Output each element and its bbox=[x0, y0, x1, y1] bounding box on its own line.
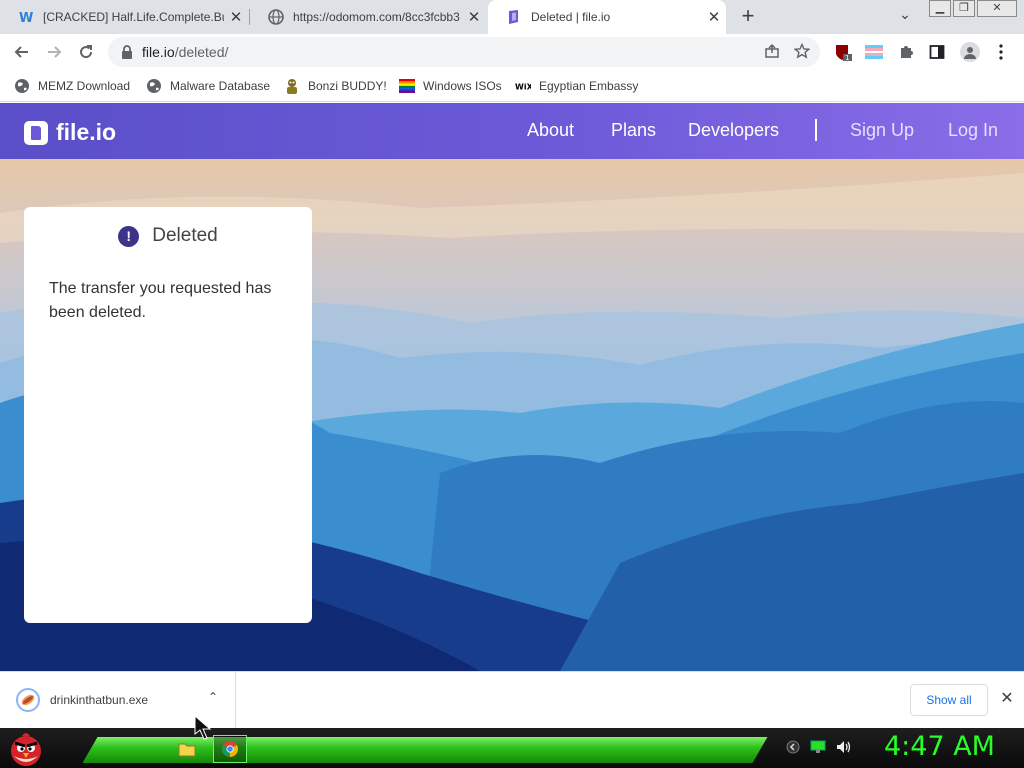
angry-bird-icon bbox=[11, 733, 41, 766]
system-tray bbox=[786, 738, 852, 760]
svg-text:WiX: WiX bbox=[515, 83, 531, 91]
download-filename: drinkinthatbun.exe bbox=[50, 693, 149, 707]
globe-icon bbox=[14, 78, 30, 94]
sidebar-icon[interactable] bbox=[928, 43, 946, 61]
site-header: file.io About Plans Developers Sign Up L… bbox=[0, 103, 1024, 159]
tab-odomom[interactable]: https://odomom.com/8cc3fcbb3 ✕ bbox=[250, 0, 486, 34]
taskbar-chrome[interactable] bbox=[213, 735, 247, 763]
mouse-cursor-icon bbox=[194, 715, 212, 740]
svg-text:W: W bbox=[19, 11, 33, 25]
close-icon[interactable]: ✕ bbox=[702, 8, 726, 26]
nav-plans[interactable]: Plans bbox=[611, 120, 656, 141]
volume-icon[interactable] bbox=[836, 740, 852, 759]
nav-log-in[interactable]: Log In bbox=[948, 120, 998, 141]
bookmark-bonzi[interactable]: Bonzi BUDDY! bbox=[284, 76, 387, 96]
bookmark-label: Egyptian Embassy bbox=[539, 79, 639, 93]
fileio-icon bbox=[506, 9, 522, 25]
rainbow-flag-icon bbox=[399, 78, 415, 94]
card-message: The transfer you requested has been dele… bbox=[49, 280, 272, 321]
extension-badge: 1 bbox=[845, 54, 849, 61]
nav-developers[interactable]: Developers bbox=[688, 120, 779, 141]
show-all-button[interactable]: Show all bbox=[910, 684, 988, 716]
tab-strip: W [CRACKED] Half.Life.Complete.Bu ✕ http… bbox=[0, 0, 1024, 34]
folder-icon bbox=[178, 743, 196, 757]
chevron-up-icon[interactable]: ⌃ bbox=[204, 690, 222, 708]
fileio-logo-icon bbox=[24, 120, 48, 145]
chrome-icon bbox=[222, 741, 238, 757]
exclamation-icon: ! bbox=[118, 225, 140, 247]
maximize-button[interactable]: ❐ bbox=[953, 0, 975, 17]
bookmark-windows-isos[interactable]: Windows ISOs bbox=[399, 76, 502, 96]
fileio-logo[interactable]: file.io bbox=[24, 119, 116, 146]
bookmark-memz[interactable]: MEMZ Download bbox=[14, 76, 130, 96]
network-icon[interactable] bbox=[810, 740, 826, 759]
close-icon[interactable]: ✕ bbox=[997, 689, 1017, 709]
page-viewport: file.io About Plans Developers Sign Up L… bbox=[0, 103, 1024, 671]
chevron-down-icon[interactable]: ⌄ bbox=[894, 6, 916, 28]
bookmark-malware-database[interactable]: Malware Database bbox=[146, 76, 270, 96]
globe-icon bbox=[268, 9, 284, 25]
w-logo-icon: W bbox=[18, 9, 34, 25]
reload-button[interactable] bbox=[72, 38, 100, 66]
window-close-button[interactable]: ✕ bbox=[977, 0, 1017, 17]
logo-text: file.io bbox=[56, 119, 117, 145]
tab-fileio[interactable]: Deleted | file.io ✕ bbox=[488, 0, 726, 34]
wix-icon: WiX bbox=[515, 78, 531, 94]
star-icon[interactable] bbox=[793, 42, 811, 64]
start-button[interactable] bbox=[6, 728, 46, 768]
tab-title: Deleted | file.io bbox=[531, 10, 611, 24]
globe-icon bbox=[146, 78, 162, 94]
person-icon bbox=[964, 47, 976, 59]
hotdog-file-icon bbox=[16, 688, 40, 712]
taskbar: 4:47 AM bbox=[0, 728, 1024, 768]
tab-half-life[interactable]: W [CRACKED] Half.Life.Complete.Bu ✕ bbox=[0, 0, 248, 34]
new-tab-button[interactable]: + bbox=[736, 5, 760, 29]
bookmark-label: Bonzi BUDDY! bbox=[308, 79, 387, 93]
reload-icon bbox=[80, 45, 93, 59]
bookmark-label: Malware Database bbox=[170, 79, 271, 93]
back-button[interactable] bbox=[8, 38, 36, 66]
url-host: file.io bbox=[142, 44, 175, 60]
arrow-right-icon bbox=[48, 46, 62, 58]
download-shelf: drinkinthatbun.exe ⌃ Show all ✕ bbox=[0, 671, 1024, 728]
profile-avatar[interactable] bbox=[960, 42, 980, 62]
tab-title: https://odomom.com/8cc3fcbb3 bbox=[293, 10, 460, 24]
nav-about[interactable]: About bbox=[527, 120, 574, 141]
bookmark-label: Windows ISOs bbox=[423, 79, 502, 93]
browser-toolbar: file.io/deleted/ 1 bbox=[0, 34, 1024, 70]
card-heading: Deleted bbox=[152, 225, 218, 246]
tab-title: [CRACKED] Half.Life.Complete.Bu bbox=[43, 10, 224, 24]
close-icon[interactable]: ✕ bbox=[224, 8, 248, 26]
deleted-card: ! Deleted The transfer you requested has… bbox=[24, 207, 312, 623]
bookmarks-bar: MEMZ Download Malware Database Bonzi BUD… bbox=[0, 70, 1024, 102]
nav-sign-up[interactable]: Sign Up bbox=[850, 120, 914, 141]
flag-extension-icon[interactable] bbox=[865, 43, 883, 61]
forward-button[interactable] bbox=[40, 38, 68, 66]
bonzi-icon bbox=[284, 78, 300, 94]
url-path: /deleted/ bbox=[174, 44, 229, 60]
puzzle-icon[interactable] bbox=[897, 43, 915, 61]
arrow-left-icon bbox=[14, 46, 28, 58]
address-bar[interactable]: file.io/deleted/ bbox=[108, 37, 820, 67]
bookmark-egyptian-embassy[interactable]: WiX Egyptian Embassy bbox=[515, 76, 638, 96]
minimize-button[interactable]: ▁ bbox=[929, 0, 951, 17]
lock-icon[interactable] bbox=[120, 45, 134, 59]
share-icon[interactable] bbox=[764, 43, 780, 64]
shield-extension-icon[interactable]: 1 bbox=[834, 43, 852, 61]
taskbar-clock[interactable]: 4:47 AM bbox=[884, 731, 995, 762]
kebab-menu-icon[interactable] bbox=[992, 43, 1010, 61]
nav-divider bbox=[815, 119, 817, 141]
close-icon[interactable]: ✕ bbox=[462, 8, 486, 26]
tray-expand-icon[interactable] bbox=[786, 740, 800, 759]
url-text: file.io/deleted/ bbox=[142, 44, 228, 60]
bookmark-label: MEMZ Download bbox=[38, 79, 131, 93]
